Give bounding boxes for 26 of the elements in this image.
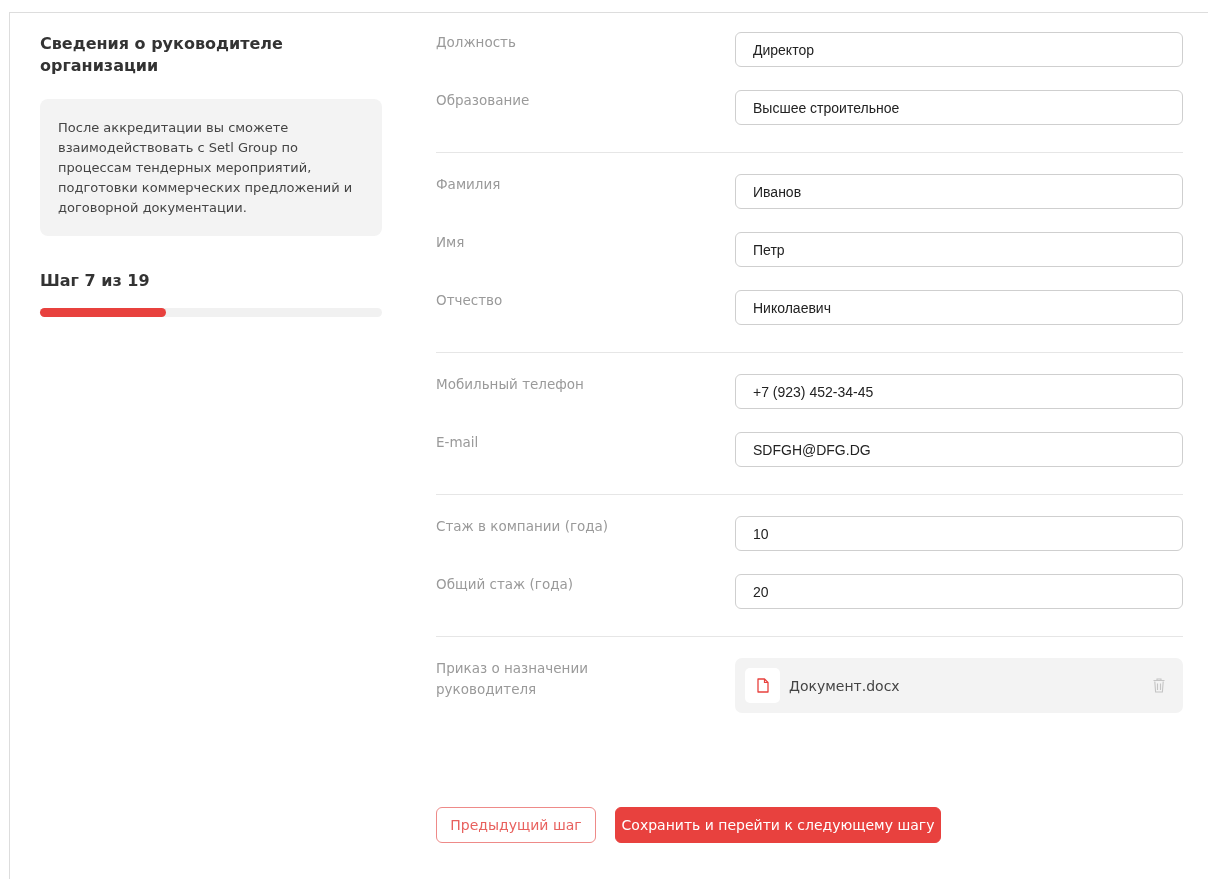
field-label: Фамилия (436, 175, 502, 194)
text-field[interactable]: Директор (735, 32, 1183, 67)
field-label: Отчество (436, 291, 504, 310)
document-icon (745, 668, 780, 703)
trash-icon[interactable] (1153, 678, 1165, 693)
field-label: Мобильный телефон (436, 375, 585, 394)
field-label: Образование (436, 91, 531, 110)
field-label: Должность (436, 33, 517, 52)
text-field[interactable]: 10 (735, 516, 1183, 551)
text-field[interactable]: +7 (923) 452-34-45 (735, 374, 1183, 409)
field-label: Общий стаж (года) (436, 575, 574, 594)
field-label: Приказ о назначении руководителя (436, 659, 589, 699)
section-title: Сведения о руководителе организации (40, 33, 284, 77)
info-note: После аккредитации вы сможете взаимодействовать с Setl Group по процессам тендерных мероприятий, подготовки коммерческих предложений и договорной документации. (40, 99, 382, 236)
next-step-button[interactable]: Сохранить и перейти к следующему шагу (615, 807, 941, 843)
text-field[interactable]: Высшее строительное (735, 90, 1183, 125)
text-field[interactable]: Петр (735, 232, 1183, 267)
field-label: E-mail (436, 433, 480, 452)
field-label: Стаж в компании (года) (436, 517, 610, 536)
text-field[interactable]: Николаевич (735, 290, 1183, 325)
file-name: Документ.docx (789, 677, 901, 694)
step-counter: Шаг 7 из 19 (40, 270, 151, 292)
text-field[interactable]: 20 (735, 574, 1183, 609)
text-field[interactable]: SDFGH@DFG.DG (735, 432, 1183, 467)
field-label: Имя (436, 233, 466, 252)
text-field[interactable]: Иванов (735, 174, 1183, 209)
